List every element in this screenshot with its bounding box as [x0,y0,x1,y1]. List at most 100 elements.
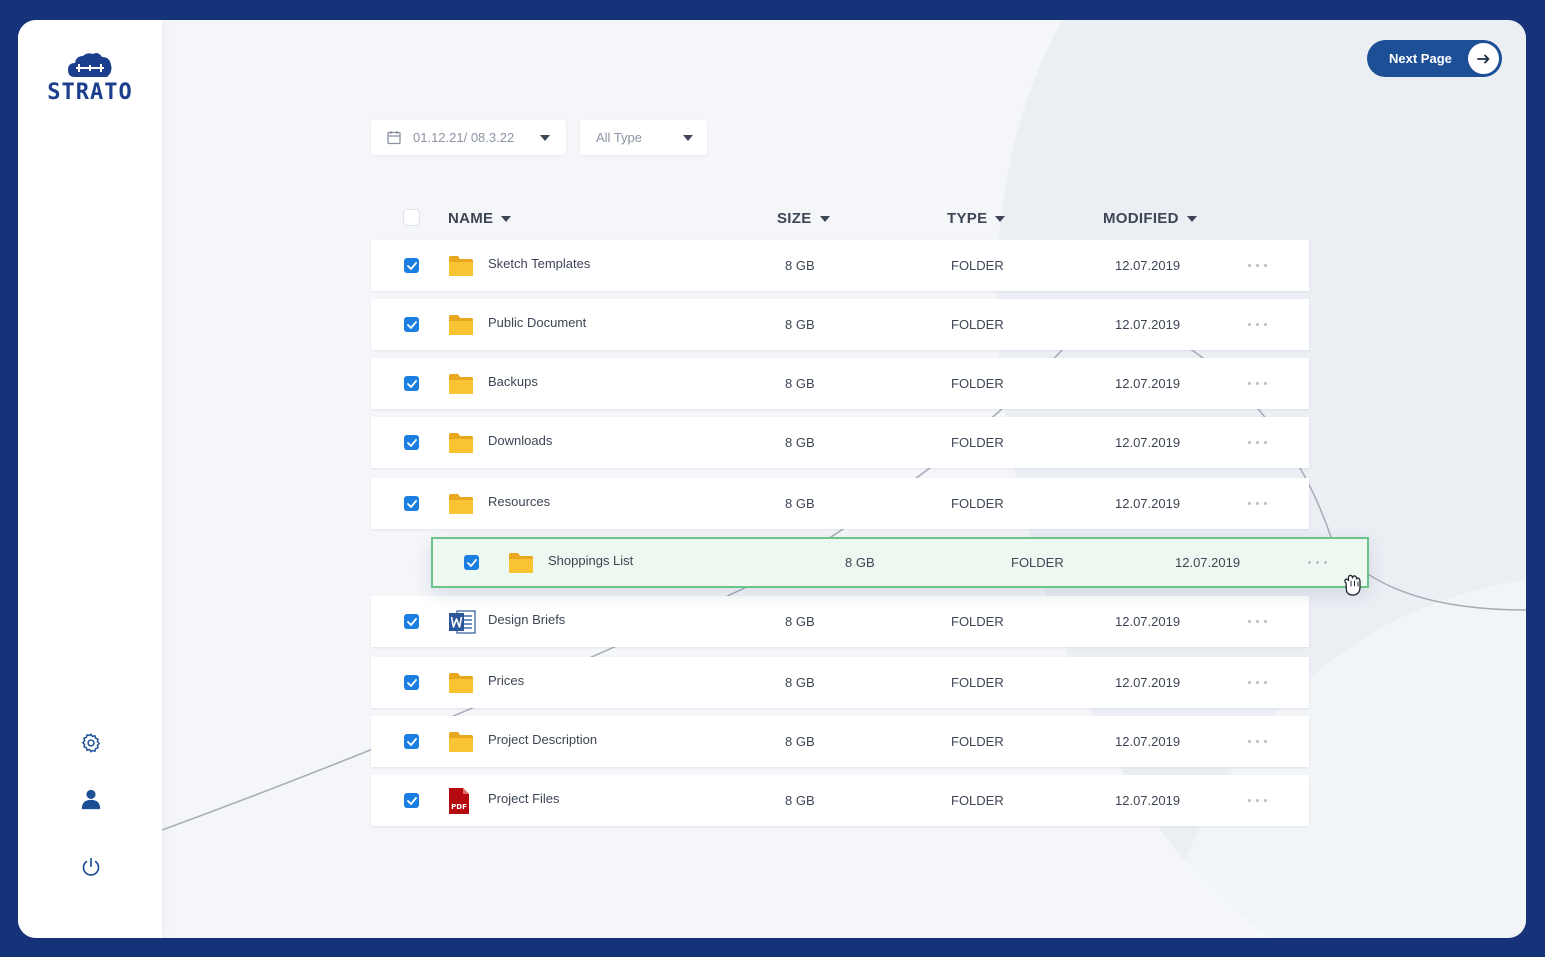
file-name: Resources [488,494,551,509]
file-modified: 12.07.2019 [1115,614,1181,629]
file-modified: 12.07.2019 [1115,793,1181,808]
file-name: Design Briefs [488,612,566,627]
file-size: 8 GB [785,258,815,273]
file-type: FOLDER [951,496,1004,511]
row-checkbox[interactable] [404,496,419,511]
file-name: Public Document [488,315,587,330]
file-type: FOLDER [951,435,1004,450]
more-options-icon[interactable] [1248,775,1267,826]
table-row-dragging[interactable]: Shoppings List 8 GB FOLDER 12.07.2019 [431,537,1369,588]
more-options-icon[interactable] [1248,657,1267,708]
row-checkbox[interactable] [404,734,419,749]
select-all-checkbox[interactable] [403,209,420,226]
row-checkbox[interactable] [404,258,419,273]
brand-name: STRATO [47,80,133,105]
more-options-icon[interactable] [1248,478,1267,529]
calendar-icon [387,130,401,149]
sort-down-icon [1186,215,1197,222]
svg-text:PDF: PDF [451,803,467,811]
table-row[interactable]: Backups 8 GB FOLDER 12.07.2019 [371,358,1309,409]
type-filter[interactable]: All Type [580,120,707,155]
checkmark-icon [406,678,417,687]
row-checkbox[interactable] [404,376,419,391]
table-row[interactable]: Design Briefs 8 GB FOLDER 12.07.2019 [371,596,1309,647]
table-row[interactable]: Resources 8 GB FOLDER 12.07.2019 [371,478,1309,529]
column-header-name[interactable]: NAME [448,210,512,227]
table-row[interactable]: Downloads 8 GB FOLDER 12.07.2019 [371,417,1309,468]
column-name-label: NAME [448,210,494,227]
checkmark-icon [466,558,477,567]
next-page-label: Next Page [1389,51,1452,66]
folder-icon [448,417,474,468]
table-row[interactable]: Project Description 8 GB FOLDER 12.07.2019 [371,716,1309,767]
table-row[interactable]: Sketch Templates 8 GB FOLDER 12.07.2019 [371,240,1309,291]
file-type: FOLDER [951,675,1004,690]
file-size: 8 GB [785,376,815,391]
checkmark-icon [406,499,417,508]
file-size: 8 GB [785,614,815,629]
row-checkbox[interactable] [404,675,419,690]
table-row[interactable]: Public Document 8 GB FOLDER 12.07.2019 [371,299,1309,350]
gear-icon[interactable] [78,730,104,756]
file-type: FOLDER [951,317,1004,332]
date-range-filter[interactable]: 01.12.21/ 08.3.22 [371,120,566,155]
file-type: FOLDER [951,793,1004,808]
file-name: Project Files [488,791,560,806]
checkmark-icon [406,438,417,447]
sort-down-icon [501,215,512,222]
grab-hand-icon [1344,574,1361,596]
file-type: FOLDER [951,614,1004,629]
file-modified: 12.07.2019 [1115,376,1181,391]
file-name: Sketch Templates [488,256,591,271]
app-frame: STRATO Next Page 01.12.21/ 08.3.22 All T… [18,20,1526,938]
sidebar: STRATO [18,20,162,938]
folder-icon [448,240,474,291]
chevron-down-icon [540,134,550,141]
file-name: Backups [488,374,538,389]
folder-icon [448,478,474,529]
date-range-value: 01.12.21/ 08.3.22 [413,130,515,145]
row-checkbox[interactable] [404,793,419,808]
file-modified: 12.07.2019 [1115,317,1181,332]
file-name: Shoppings List [548,553,634,568]
folder-icon [508,539,534,586]
column-size-label: SIZE [777,210,812,227]
more-options-icon[interactable] [1248,716,1267,767]
file-size: 8 GB [785,793,815,808]
file-modified: 12.07.2019 [1115,734,1181,749]
column-header-type[interactable]: TYPE [947,210,1006,227]
file-size: 8 GB [785,675,815,690]
power-icon[interactable] [78,854,104,880]
table-row[interactable]: PDF Project Files 8 GB FOLDER 12.07.2019 [371,775,1309,826]
user-icon[interactable] [78,786,104,812]
more-options-icon[interactable] [1308,539,1327,586]
row-checkbox[interactable] [404,435,419,450]
next-page-button[interactable]: Next Page [1367,40,1502,77]
column-header-size[interactable]: SIZE [777,210,830,227]
file-size: 8 GB [785,496,815,511]
folder-icon [448,299,474,350]
row-checkbox[interactable] [404,614,419,629]
file-size: 8 GB [845,555,875,570]
file-modified: 12.07.2019 [1175,555,1241,570]
column-header-modified[interactable]: MODIFIED [1103,210,1197,227]
more-options-icon[interactable] [1248,417,1267,468]
more-options-icon[interactable] [1248,240,1267,291]
file-size: 8 GB [785,435,815,450]
chevron-down-icon [683,134,693,141]
file-type: FOLDER [951,376,1004,391]
more-options-icon[interactable] [1248,299,1267,350]
more-options-icon[interactable] [1248,596,1267,647]
more-options-icon[interactable] [1248,358,1267,409]
file-name: Project Description [488,732,598,747]
table-row[interactable]: Prices 8 GB FOLDER 12.07.2019 [371,657,1309,708]
row-checkbox[interactable] [464,555,479,570]
file-modified: 12.07.2019 [1115,258,1181,273]
logo: STRATO [44,52,136,105]
checkmark-icon [406,379,417,388]
main-content: Next Page 01.12.21/ 08.3.22 All Type NAM… [162,20,1526,938]
file-size: 8 GB [785,317,815,332]
file-type: FOLDER [1011,555,1064,570]
cloud-logo-icon [68,53,112,77]
row-checkbox[interactable] [404,317,419,332]
